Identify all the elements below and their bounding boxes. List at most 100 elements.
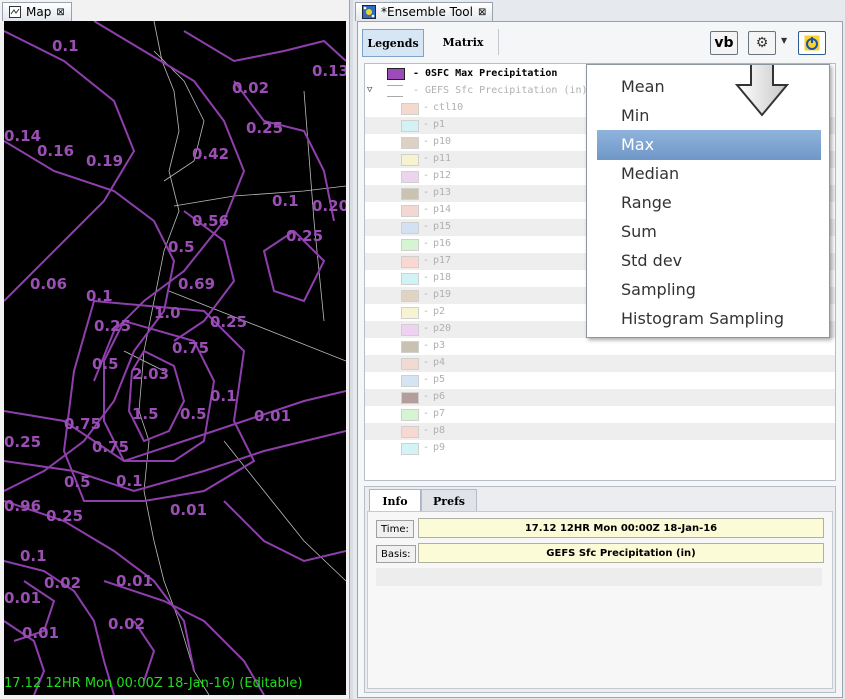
tool-settings-button[interactable]: ⚙: [748, 31, 776, 55]
menu-item-std-dev[interactable]: Std dev: [621, 251, 682, 270]
member-label: p20: [433, 323, 452, 334]
contour-label: 0.16: [37, 142, 74, 160]
member-label: p16: [433, 238, 452, 249]
tab-info[interactable]: Info: [369, 489, 421, 512]
menu-item-max[interactable]: Max: [621, 135, 654, 154]
map-tab-label: Map: [26, 5, 52, 19]
legend-member-row[interactable]: - p5: [365, 372, 835, 389]
contour-label: 0.69: [178, 275, 215, 293]
menu-item-mean[interactable]: Mean: [621, 77, 665, 96]
info-empty-row: [376, 568, 822, 586]
member-swatch: [401, 375, 419, 387]
close-icon[interactable]: ⊠: [56, 7, 64, 18]
legend-dash: -: [423, 340, 430, 351]
power-toggle-button[interactable]: [798, 31, 826, 55]
menu-item-sampling[interactable]: Sampling: [621, 280, 696, 299]
legend-dash: -: [423, 357, 430, 368]
member-swatch: [401, 443, 419, 455]
vb-button[interactable]: vb: [710, 31, 738, 55]
map-view: Map ⊠ 0.1 0.13 0.02 0.14 0.25 0.16 0.19 …: [0, 0, 350, 699]
legend-top-label: 0SFC Max Precipitation: [425, 68, 558, 79]
member-swatch: [401, 205, 419, 217]
legend-member-row[interactable]: - p7: [365, 406, 835, 423]
contour-label: 0.75: [172, 339, 209, 357]
contour-label: 0.1: [272, 192, 299, 210]
member-label: p17: [433, 255, 452, 266]
member-label: p9: [433, 442, 446, 453]
contour-label: 2.03: [132, 365, 169, 383]
member-swatch: [401, 426, 419, 438]
close-icon[interactable]: ⊠: [478, 7, 486, 18]
member-swatch: [401, 188, 419, 200]
contour-label: 0.01: [254, 407, 291, 425]
contour-label: 0.19: [86, 152, 123, 170]
basis-label: Basis:: [376, 545, 416, 563]
gear-icon: ⚙: [755, 35, 769, 51]
legend-dash: -: [423, 289, 430, 300]
contour-label: 0.1: [20, 547, 47, 565]
contour-label: 0.96: [4, 497, 41, 515]
member-swatch: [401, 222, 419, 234]
menu-item-min[interactable]: Min: [621, 106, 649, 125]
ensemble-icon: [362, 5, 376, 19]
contour-label: 0.42: [192, 145, 229, 163]
map-status-text: 17.12 12HR Mon 00:00Z 18-Jan-16) (Editab…: [4, 676, 303, 691]
legend-dash: -: [413, 68, 420, 79]
legend-member-row[interactable]: - p6: [365, 389, 835, 406]
member-label: ctl10: [433, 102, 464, 113]
map-canvas[interactable]: 0.1 0.13 0.02 0.14 0.25 0.16 0.19 0.42 0…: [4, 21, 346, 695]
contour-label: 0.02: [108, 615, 145, 633]
member-label: p2: [433, 306, 446, 317]
legend-swatch: [387, 68, 405, 80]
legend-dash: -: [423, 255, 430, 266]
contour-label: 0.1: [86, 287, 113, 305]
legend-member-row[interactable]: - p3: [365, 338, 835, 355]
member-swatch: [401, 290, 419, 302]
contour-label: 1.0: [154, 304, 181, 322]
basis-value: GEFS Sfc Precipitation (in): [418, 543, 824, 563]
member-swatch: [401, 171, 419, 183]
member-label: p15: [433, 221, 452, 232]
tab-matrix[interactable]: Matrix: [428, 29, 499, 55]
menu-item-histogram-sampling[interactable]: Histogram Sampling: [621, 309, 784, 328]
legend-member-row[interactable]: - p8: [365, 423, 835, 440]
tab-legends[interactable]: Legends: [362, 29, 424, 57]
legend-member-row[interactable]: - p9: [365, 440, 835, 457]
map-tab[interactable]: Map ⊠: [2, 2, 72, 21]
contour-label: 0.25: [94, 317, 131, 335]
contour-label: 0.13: [312, 62, 346, 80]
tab-prefs[interactable]: Prefs: [421, 489, 477, 512]
contour-label: 0.1: [210, 387, 237, 405]
legend-dash: -: [423, 153, 430, 164]
legend-dash: -: [423, 272, 430, 283]
member-swatch: [401, 307, 419, 319]
member-label: p8: [433, 425, 446, 436]
legend-dash: -: [423, 221, 430, 232]
contour-label: 0.25: [4, 433, 41, 451]
contour-label: 0.01: [22, 624, 59, 642]
contour-label: 1.5: [132, 405, 159, 423]
legend-dash: -: [423, 408, 430, 419]
ensemble-tool-tab[interactable]: *Ensemble Tool ⊠: [355, 2, 494, 21]
contour-label: 0.25: [210, 313, 247, 331]
menu-item-median[interactable]: Median: [621, 164, 679, 183]
legend-dash: -: [423, 170, 430, 181]
member-swatch: [401, 103, 419, 115]
legend-dash: -: [423, 323, 430, 334]
map-icon: [9, 6, 21, 18]
contour-label: 0.5: [168, 238, 195, 256]
member-swatch: [401, 120, 419, 132]
contour-label: 0.25: [46, 507, 83, 525]
member-label: p14: [433, 204, 452, 215]
chevron-down-icon[interactable]: ▼: [781, 36, 787, 45]
contour-label: 0.56: [192, 212, 229, 230]
menu-item-range[interactable]: Range: [621, 193, 672, 212]
group-swatch: [387, 85, 403, 97]
menu-item-sum[interactable]: Sum: [621, 222, 657, 241]
legend-dash: -: [423, 136, 430, 147]
contour-label: 0.75: [64, 415, 101, 433]
collapse-icon[interactable]: ▽: [367, 85, 372, 95]
ensemble-tool-tab-label: *Ensemble Tool: [381, 5, 473, 19]
contour-label: 0.1: [116, 472, 143, 490]
legend-member-row[interactable]: - p4: [365, 355, 835, 372]
